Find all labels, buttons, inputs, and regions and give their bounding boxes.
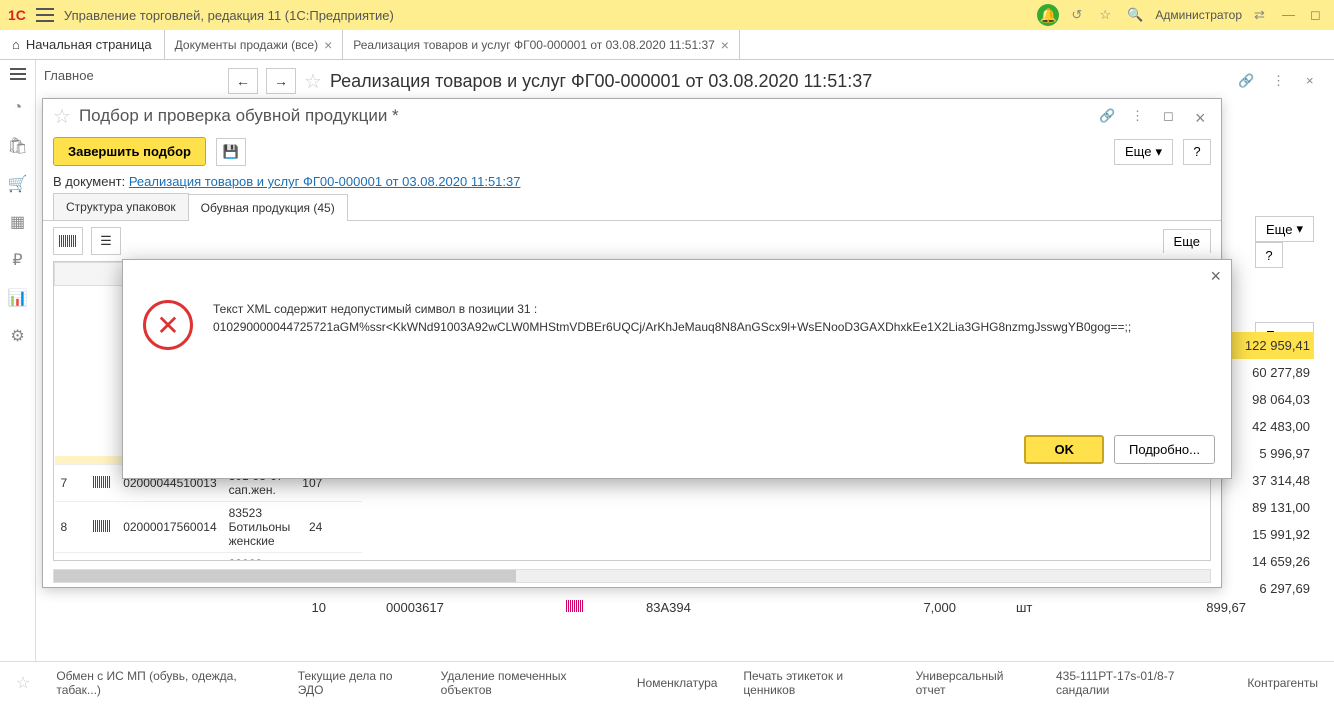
amount-cell: 15 991,92 [1224,521,1314,548]
error-icon: ✕ [143,300,193,350]
chart-icon[interactable]: ◔ [8,98,28,118]
star-icon[interactable]: ☆ [16,673,30,693]
barcode-icon [566,600,584,612]
minimize-icon[interactable]: — [1282,7,1298,23]
user-label[interactable]: Администратор [1155,8,1242,22]
footer-link[interactable]: Универсальный отчет [916,669,1030,697]
chevron-down-icon: ▾ [1155,144,1162,160]
stats-icon[interactable]: 📊 [8,288,28,308]
logo-1c: 1C [8,7,26,23]
horizontal-scrollbar[interactable] [53,569,1211,583]
amount-cell: 122 959,41 [1224,332,1314,359]
tab-realization[interactable]: Реализация товаров и услуг ФГ00-000001 о… [343,30,740,59]
footer-link[interactable]: Контрагенты [1247,676,1318,690]
help-button[interactable]: ? [1183,139,1211,165]
amount-cell: 37 314,48 [1224,467,1314,494]
search-icon[interactable]: 🔍 [1127,7,1143,23]
more-button[interactable]: Еще ▾ [1114,139,1173,165]
error-dialog: × ✕ Текст XML содержит недопустимый симв… [122,259,1232,479]
tab-home-label: Начальная страница [26,37,152,52]
tabs-bar: ⌂ Начальная страница Документы продажи (… [0,30,1334,60]
barcode-icon[interactable] [53,227,83,255]
close-icon[interactable]: × [721,37,729,53]
close-icon[interactable]: × [1210,266,1221,287]
link-icon[interactable]: 🔗 [1099,108,1115,124]
footer-links: ☆ Обмен с ИС МП (обувь, одежда, табак...… [0,661,1334,703]
restore-icon[interactable]: ◻ [1163,108,1179,124]
more-button[interactable]: Еще [1163,229,1211,253]
document-header: ← → ☆ Реализация товаров и услуг ФГ00-00… [228,68,1322,94]
in-document-link[interactable]: Реализация товаров и услуг ФГ00-000001 о… [129,174,521,189]
menu-icon[interactable] [36,8,54,22]
history-icon[interactable]: ↺ [1071,7,1087,23]
footer-link[interactable]: Печать этикеток и ценников [743,669,889,697]
footer-link[interactable]: Удаление помеченных объектов [441,669,611,697]
cart-icon[interactable]: 🛒 [8,174,28,194]
amount-cell: 60 277,89 [1224,359,1314,386]
close-icon[interactable]: × [1306,73,1322,89]
tab-documents[interactable]: Документы продажи (все) × [165,30,344,59]
kebab-icon[interactable]: ⋮ [1272,73,1288,89]
bag-icon[interactable]: 🛍 [8,136,28,156]
amount-cell: 6 297,69 [1224,575,1314,602]
close-icon[interactable]: × [324,37,332,53]
maximize-icon[interactable]: ◻ [1310,7,1326,23]
footer-link[interactable]: 435-111РТ-17s-01/8-7 сандалии [1056,669,1221,697]
list-icon[interactable]: ☰ [91,227,121,255]
home-icon: ⌂ [12,37,20,52]
amount-cell: 89 131,00 [1224,494,1314,521]
finish-selection-button[interactable]: Завершить подбор [53,137,206,166]
chevron-down-icon: ▾ [1296,221,1303,237]
amount-cell: 42 483,00 [1224,413,1314,440]
app-title: Управление торговлей, редакция 11 (1С:Пр… [64,8,1028,23]
title-bar: 1C Управление торговлей, редакция 11 (1С… [0,0,1334,30]
error-message: Текст XML содержит недопустимый символ в… [213,300,1131,336]
amount-cell: 14 659,26 [1224,548,1314,575]
footer-link[interactable]: Номенклатура [637,676,718,690]
footer-link[interactable]: Текущие дела по ЭДО [298,669,415,697]
back-button[interactable]: ← [228,68,258,94]
close-icon[interactable]: × [1195,108,1211,124]
tab-package-structure[interactable]: Структура упаковок [53,193,189,220]
details-button[interactable]: Подробно... [1114,435,1215,464]
settings-icon[interactable]: ⇄ [1254,7,1270,23]
tab-home[interactable]: ⌂ Начальная страница [0,30,165,59]
tab-label: Документы продажи (все) [175,38,318,52]
sidebar: ◔ 🛍 🛒 ▦ ₽ 📊 ⚙ [0,60,36,661]
notifications-icon[interactable]: 🔔 [1037,4,1059,26]
favorite-star-icon[interactable]: ☆ [304,69,322,94]
table-row[interactable]: 10 00003617 83А394 7,000 шт 899,67 [266,600,1316,615]
inner-window-title: Подбор и проверка обувной продукции * [79,106,1083,126]
forward-button[interactable]: → [266,68,296,94]
warehouse-icon[interactable]: ▦ [8,212,28,232]
favorite-star-icon[interactable]: ☆ [53,104,71,129]
ok-button[interactable]: OK [1024,435,1104,464]
in-document-label: В документ: [53,174,125,189]
save-icon[interactable]: 💾 [216,138,246,166]
help-button[interactable]: ? [1255,242,1283,268]
footer-link[interactable]: Обмен с ИС МП (обувь, одежда, табак...) [56,669,271,697]
kebab-icon[interactable]: ⋮ [1131,108,1147,124]
money-icon[interactable]: ₽ [8,250,28,270]
star-icon[interactable]: ☆ [1099,7,1115,23]
tab-label: Реализация товаров и услуг ФГ00-000001 о… [353,38,715,52]
document-title: Реализация товаров и услуг ФГ00-000001 о… [330,71,872,92]
amount-cell: 5 996,97 [1224,440,1314,467]
amount-cell: 98 064,03 [1224,386,1314,413]
amounts-column: 122 959,41 60 277,89 98 064,03 42 483,00… [1224,332,1314,602]
gear-icon[interactable]: ⚙ [8,326,28,346]
more-button[interactable]: Еще ▾ [1255,216,1314,242]
link-icon[interactable]: 🔗 [1238,73,1254,89]
sidebar-menu-icon[interactable] [10,68,26,80]
tab-shoe-products[interactable]: Обувная продукция (45) [188,194,348,221]
